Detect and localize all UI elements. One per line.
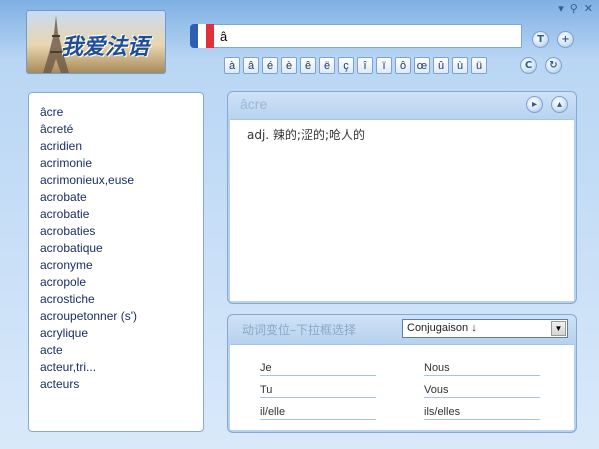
list-item[interactable]: acte — [40, 342, 203, 359]
accent-button[interactable]: ô — [395, 57, 411, 74]
pin-icon[interactable]: ⚲ — [570, 3, 578, 14]
close-button[interactable]: ✕ — [584, 3, 593, 14]
accent-button[interactable]: ü — [471, 57, 487, 74]
definition-header: âcre ▸ ▴ — [228, 92, 576, 119]
add-button[interactable]: + — [557, 31, 574, 48]
list-item[interactable]: acrobaties — [40, 223, 203, 240]
list-item[interactable]: acridien — [40, 138, 203, 155]
list-item[interactable]: acrimonie — [40, 155, 203, 172]
definition-text: adj. 辣的;涩的;呛人的 — [247, 128, 366, 142]
conjugation-table: Je Nous Tu Vous il/elle ils/elles — [230, 344, 574, 430]
accent-button[interactable]: û — [433, 57, 449, 74]
accent-button[interactable]: à — [224, 57, 240, 74]
list-item[interactable]: acroupetonner (s') — [40, 308, 203, 325]
conjugation-title: 动词变位–下拉框选择 — [242, 323, 357, 337]
list-item[interactable]: acronyme — [40, 257, 203, 274]
accent-button[interactable]: ù — [452, 57, 468, 74]
conjugation-select-value: Conjugaison ↓ — [407, 322, 477, 334]
pronoun-il-elle: il/elle — [260, 406, 376, 420]
conjugation-select[interactable]: Conjugaison ↓ ▼ — [402, 319, 568, 338]
accent-button[interactable]: ê — [300, 57, 316, 74]
list-item[interactable]: acrylique — [40, 325, 203, 342]
list-item[interactable]: acrobatique — [40, 240, 203, 257]
list-item[interactable]: âcre — [40, 104, 203, 121]
accent-toolbar: à â é è ê ë ç î ï ô œ û ù ü — [224, 57, 487, 74]
translate-button[interactable]: T — [532, 31, 549, 48]
pronoun-nous: Nous — [424, 362, 540, 376]
logo-text: 我爱法语 — [61, 34, 150, 60]
definition-panel: âcre ▸ ▴ adj. 辣的;涩的;呛人的 — [227, 91, 577, 304]
word-list[interactable]: âcre âcreté acridien acrimonie acrimonie… — [28, 92, 204, 432]
french-flag-icon — [190, 24, 214, 48]
pronoun-ils-elles: ils/elles — [424, 406, 540, 420]
accent-button[interactable]: ç — [338, 57, 354, 74]
search-input[interactable] — [214, 24, 522, 48]
list-item[interactable]: acrimonieux,euse — [40, 172, 203, 189]
accent-button[interactable]: ë — [319, 57, 335, 74]
accent-button[interactable]: ï — [376, 57, 392, 74]
definition-word: âcre — [240, 96, 268, 112]
minimize-button[interactable]: ▾ — [558, 3, 564, 14]
list-item[interactable]: acteurs — [40, 376, 203, 393]
pronoun-je: Je — [260, 362, 376, 376]
pronoun-tu: Tu — [260, 384, 376, 398]
window-controls: ▾ ⚲ ✕ — [558, 3, 593, 14]
accent-button[interactable]: œ — [414, 57, 430, 74]
refresh-button[interactable]: ↻ — [545, 57, 562, 74]
list-item[interactable]: acteur,tri... — [40, 359, 203, 376]
definition-body: adj. 辣的;涩的;呛人的 — [230, 119, 574, 301]
accent-button[interactable]: é — [262, 57, 278, 74]
collapse-up-icon[interactable]: ▴ — [551, 96, 568, 113]
list-item[interactable]: âcreté — [40, 121, 203, 138]
list-item[interactable]: acrostiche — [40, 291, 203, 308]
accent-button[interactable]: î — [357, 57, 373, 74]
c-button[interactable]: C — [520, 57, 537, 74]
conjugation-panel: 动词变位–下拉框选择 Conjugaison ↓ ▼ Je Nous Tu Vo… — [227, 314, 577, 433]
accent-button[interactable]: è — [281, 57, 297, 74]
pronoun-vous: Vous — [424, 384, 540, 398]
list-item[interactable]: acrobate — [40, 189, 203, 206]
chevron-down-icon[interactable]: ▼ — [551, 321, 566, 336]
accent-button[interactable]: â — [243, 57, 259, 74]
list-item[interactable]: acrobatie — [40, 206, 203, 223]
app-logo: 我爱法语 — [26, 10, 166, 74]
list-item[interactable]: acropole — [40, 274, 203, 291]
play-icon[interactable]: ▸ — [526, 96, 543, 113]
